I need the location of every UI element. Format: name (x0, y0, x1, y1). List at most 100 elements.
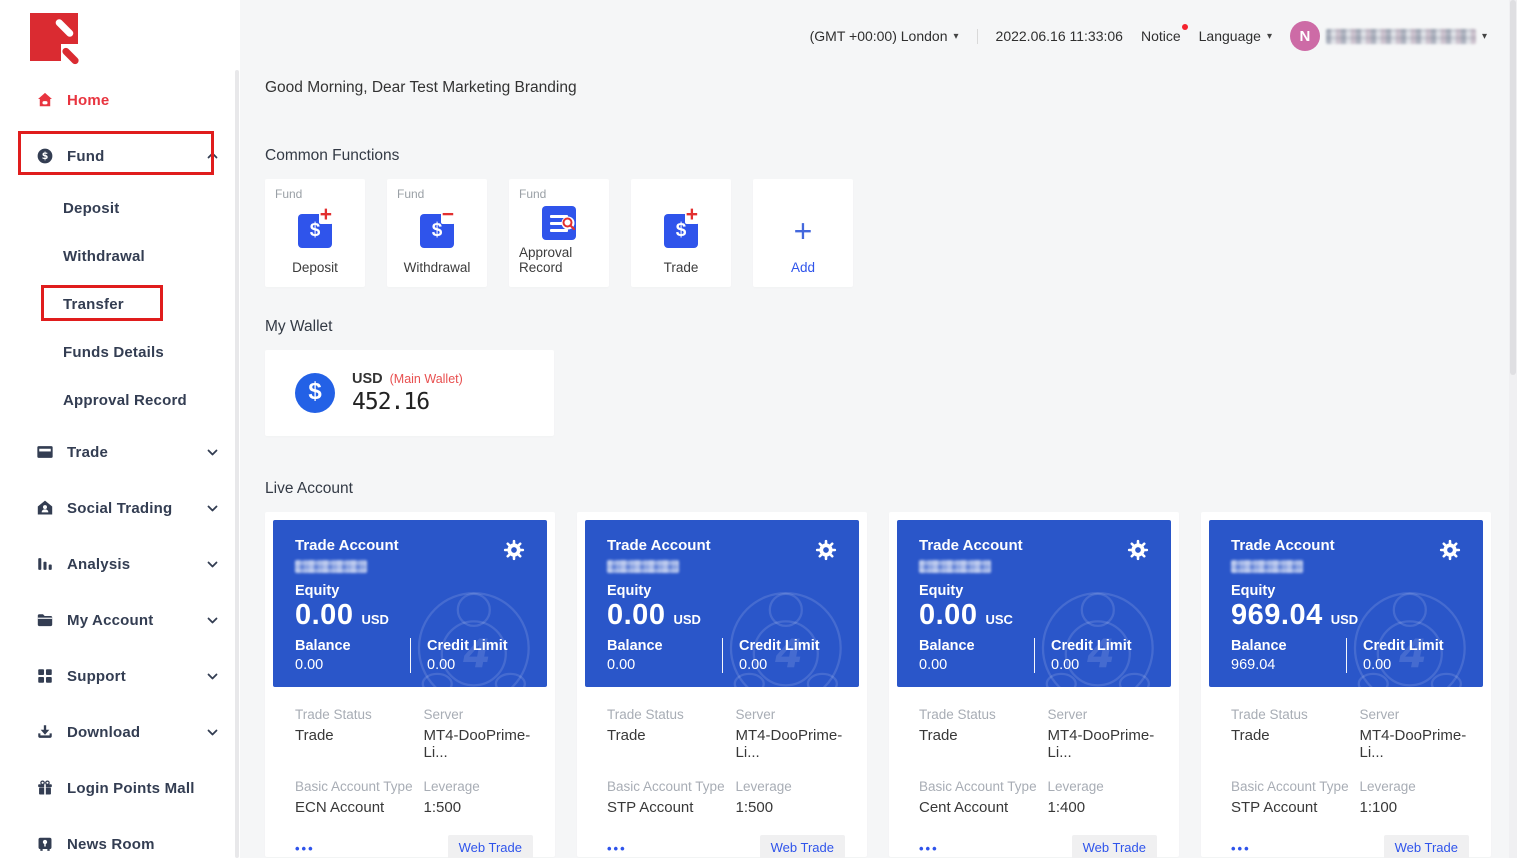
leverage-value: 1:400 (1048, 799, 1157, 816)
more-actions-button[interactable]: ••• (919, 841, 939, 856)
sidebar-item-withdrawal[interactable]: Withdrawal (0, 232, 240, 280)
shortcut-card-withdrawal[interactable]: Fund $ − Withdrawal (387, 179, 487, 287)
sidebar-item-my-account[interactable]: My Account (0, 592, 240, 648)
sidebar-item-label: Fund (67, 148, 104, 165)
credit-limit-label: Credit Limit (739, 638, 837, 654)
web-trade-button[interactable]: Web Trade (448, 835, 533, 858)
trade-status-value: Trade (1231, 727, 1360, 744)
shortcut-card-deposit[interactable]: Fund $ + Deposit (265, 179, 365, 287)
section-title: Common Functions (265, 147, 1517, 165)
trade-status-value: Trade (919, 727, 1048, 744)
gear-icon[interactable] (1127, 539, 1149, 566)
account-type-value: STP Account (607, 799, 736, 816)
sidebar-item-analysis[interactable]: Analysis (0, 536, 240, 592)
wallet-main-tag: (Main Wallet) (390, 372, 463, 386)
wallet-currency: USD (352, 371, 383, 387)
timezone-selector[interactable]: (GMT +00:00) London ▾ (810, 28, 959, 44)
sidebar-item-label: Support (67, 668, 126, 685)
web-trade-button[interactable]: Web Trade (1384, 835, 1469, 858)
gear-icon[interactable] (1439, 539, 1461, 566)
sidebar-item-label: Download (67, 724, 140, 741)
logo-slash-white (54, 18, 75, 39)
sidebar-item-funds-details[interactable]: Funds Details (0, 328, 240, 376)
chevron-down-icon (207, 448, 218, 456)
sidebar: Home $ Fund Deposit Withdrawal Transfer (0, 0, 240, 858)
sidebar-item-label: Login Points Mall (67, 780, 195, 797)
doo-prime-logo-icon[interactable] (30, 13, 78, 61)
shortcut-card-trade[interactable]: $ + Trade (631, 179, 731, 287)
sidebar-item-fund[interactable]: $ Fund (0, 128, 240, 184)
sidebar-item-home[interactable]: Home (0, 72, 240, 128)
sidebar-item-news-room[interactable]: News Room (0, 816, 240, 858)
trade-status-label: Trade Status (1231, 707, 1360, 722)
balance-value: 0.00 (919, 657, 1034, 673)
account-type-value: Cent Account (919, 799, 1048, 816)
sidebar-scrollbar[interactable] (235, 70, 239, 858)
sidebar-item-download[interactable]: Download (0, 704, 240, 760)
shortcut-label: Approval Record (519, 245, 599, 275)
shortcut-category: Fund (397, 187, 424, 201)
sidebar-item-approval-record[interactable]: Approval Record (0, 376, 240, 424)
account-type-label: Basic Account Type (1231, 779, 1360, 794)
page-scrollbar-thumb[interactable] (1510, 0, 1516, 375)
credit-limit-label: Credit Limit (1051, 638, 1149, 654)
balance-label: Balance (295, 638, 410, 654)
equity-currency: USC (985, 612, 1012, 627)
shortcut-label: Add (791, 260, 815, 275)
trade-status-label: Trade Status (919, 707, 1048, 722)
sidebar-item-support[interactable]: Support (0, 648, 240, 704)
server-label: Server (1048, 707, 1157, 722)
account-summary-panel: 4 Trade Account Equity (1209, 520, 1483, 687)
sidebar-item-label: Trade (67, 444, 108, 461)
more-actions-button[interactable]: ••• (1231, 841, 1251, 856)
shortcut-label: Withdrawal (404, 260, 471, 275)
page-scrollbar[interactable] (1509, 0, 1517, 858)
sidebar-item-login-points-mall[interactable]: Login Points Mall (0, 760, 240, 816)
sidebar-item-social-trading[interactable]: Social Trading (0, 480, 240, 536)
notice-button[interactable]: Notice (1141, 28, 1181, 44)
equity-value: 0.00 (295, 599, 353, 632)
gear-icon[interactable] (503, 539, 525, 566)
account-summary-panel: 4 Trade Account Equity (273, 520, 547, 687)
shortcut-card-approval-record[interactable]: Fund Approval Record (509, 179, 609, 287)
account-type-value: ECN Account (295, 799, 424, 816)
web-trade-button[interactable]: Web Trade (760, 835, 845, 858)
account-number-redacted (607, 560, 679, 573)
more-actions-button[interactable]: ••• (295, 841, 315, 856)
gear-icon[interactable] (815, 539, 837, 566)
equity-label: Equity (607, 583, 837, 599)
shortcut-category: Fund (519, 187, 546, 201)
plus-badge-icon: + (685, 207, 699, 224)
account-number-redacted (1231, 560, 1303, 573)
account-summary-panel: 4 Trade Account Equity (585, 520, 859, 687)
account-number-redacted (919, 560, 991, 573)
download-icon (36, 723, 54, 741)
chevron-down-icon (207, 616, 218, 624)
sidebar-item-transfer[interactable]: Transfer (0, 280, 240, 328)
sidebar-item-deposit[interactable]: Deposit (0, 184, 240, 232)
shortcut-label: Deposit (292, 260, 338, 275)
account-number-redacted (295, 560, 367, 573)
more-actions-button[interactable]: ••• (607, 841, 627, 856)
web-trade-button[interactable]: Web Trade (1072, 835, 1157, 858)
chevron-down-icon: ▾ (1482, 31, 1487, 42)
sidebar-item-label: Funds Details (63, 344, 164, 361)
sidebar-item-trade[interactable]: Trade (0, 424, 240, 480)
server-label: Server (424, 707, 533, 722)
plus-badge-icon: + (319, 207, 333, 224)
shortcut-card-add[interactable]: + Add (753, 179, 853, 287)
live-account-card: 4 Trade Account Equity (889, 512, 1179, 857)
trade-card-icon (36, 443, 54, 461)
credit-limit-value: 0.00 (1363, 657, 1461, 673)
user-menu[interactable]: N ▾ (1290, 21, 1487, 51)
equity-currency: USD (1331, 612, 1358, 627)
trade-status-label: Trade Status (607, 707, 736, 722)
magnifier-badge-icon (561, 216, 577, 237)
credit-limit-label: Credit Limit (427, 638, 525, 654)
equity-label: Equity (295, 583, 525, 599)
wallet-section: My Wallet $ USD (Main Wallet) 452.16 (265, 318, 1517, 436)
equity-value: 0.00 (919, 599, 977, 632)
equity-value: 969.04 (1231, 599, 1323, 632)
language-selector[interactable]: Language ▾ (1199, 28, 1272, 44)
app-root: Home $ Fund Deposit Withdrawal Transfer (0, 0, 1517, 858)
